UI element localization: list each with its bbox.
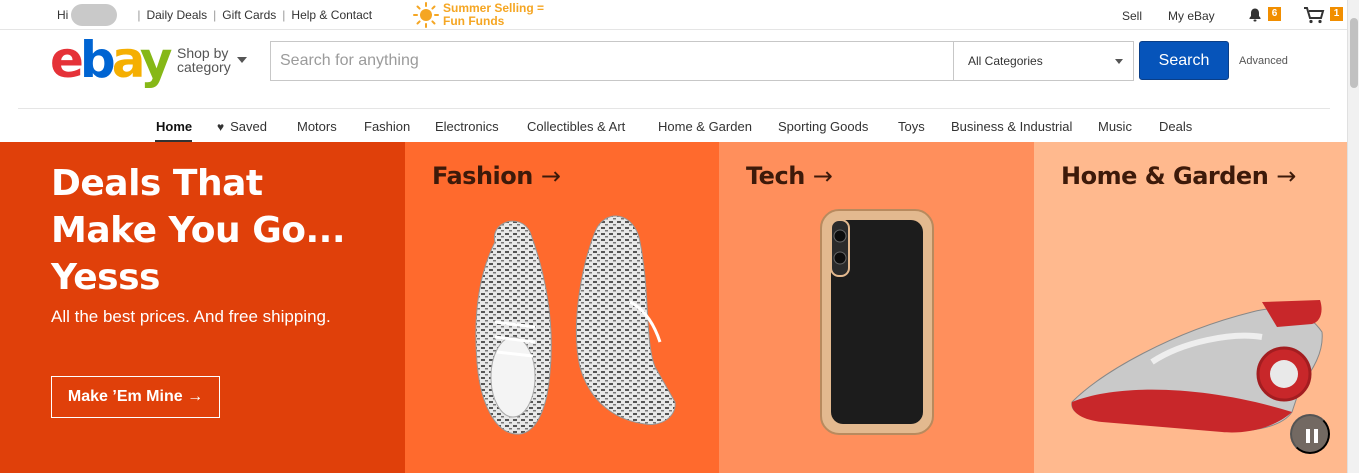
top-right-links: Sell My eBay 6 1	[1047, 0, 1347, 30]
page: Hi | Daily Deals | Gift Cards | Help & C…	[0, 0, 1359, 473]
summer-selling-promo[interactable]: Summer Selling = Fun Funds	[412, 1, 544, 29]
make-em-mine-button[interactable]: Make ’Em Mine →	[51, 376, 220, 418]
scrollbar-thumb[interactable]	[1350, 18, 1358, 88]
nav-item-home[interactable]: Home	[156, 119, 192, 134]
search-button[interactable]: Search	[1139, 41, 1229, 80]
logo-letter-b: b	[79, 31, 116, 89]
nav-item-motors[interactable]: Motors	[297, 119, 337, 134]
hand-vacuum-image	[1071, 300, 1323, 433]
tech-panel-title: Tech →	[746, 162, 833, 190]
ebay-logo[interactable]: ebay	[50, 31, 173, 89]
nav-item-electronics[interactable]: Electronics	[435, 119, 499, 134]
shop-by-category-button[interactable]: Shop by category	[177, 45, 247, 75]
headline-line-3: Yesss	[51, 257, 160, 298]
logo-letter-e: e	[50, 31, 84, 89]
tech-panel[interactable]: Tech →	[719, 142, 1034, 473]
pause-button[interactable]	[1290, 414, 1330, 454]
chevron-down-icon	[1115, 59, 1123, 64]
headline-line-2: Make You Go...	[51, 210, 346, 251]
help-contact-link[interactable]: Help & Contact	[291, 8, 372, 22]
notifications-badge: 6	[1268, 7, 1281, 21]
nav-item-fashion[interactable]: Fashion	[364, 119, 410, 134]
divider: |	[213, 8, 217, 22]
banner-subline: All the best prices. And free shipping.	[51, 307, 331, 326]
cart-icon[interactable]	[1303, 6, 1325, 27]
fashion-panel[interactable]: Fashion →	[405, 142, 719, 473]
greeting: Hi	[57, 8, 69, 22]
home-garden-panel-title: Home & Garden →	[1061, 162, 1296, 190]
sun-icon	[413, 2, 439, 28]
category-nav: Home ♥ Saved Motors Fashion Electronics C…	[0, 108, 1347, 142]
gift-cards-link[interactable]: Gift Cards	[222, 8, 276, 22]
headline-line-1: Deals That	[51, 163, 263, 204]
nav-item-business-industrial[interactable]: Business & Industrial	[951, 119, 1072, 134]
nav-item-home-garden[interactable]: Home & Garden	[658, 119, 752, 134]
home-garden-title-text: Home & Garden	[1061, 162, 1269, 190]
category-select-value: All Categories	[968, 54, 1043, 68]
promo-line-2: Fun Funds	[443, 14, 505, 28]
username-redacted[interactable]	[71, 4, 118, 26]
chevron-down-icon	[237, 57, 247, 63]
divider: |	[137, 8, 141, 22]
top-utility-bar: Hi | Daily Deals | Gift Cards | Help & C…	[0, 0, 1347, 30]
search-input[interactable]	[271, 42, 953, 80]
scrollbar[interactable]	[1347, 0, 1359, 473]
arrow-right-icon: →	[1276, 162, 1296, 190]
nav-item-sporting-goods[interactable]: Sporting Goods	[778, 119, 868, 134]
promo-text: Summer Selling = Fun Funds	[443, 2, 544, 28]
hero-banner: Deals That Make You Go... Yesss All the …	[0, 142, 1347, 473]
nav-item-collectibles-art[interactable]: Collectibles & Art	[527, 119, 625, 134]
tech-title-text: Tech	[746, 162, 805, 190]
category-select[interactable]: All Categories	[953, 42, 1133, 80]
fashion-panel-title: Fashion →	[432, 162, 561, 190]
top-left-links: Hi | Daily Deals | Gift Cards | Help & C…	[57, 0, 372, 30]
deals-panel: Deals That Make You Go... Yesss All the …	[0, 142, 405, 473]
bell-icon[interactable]	[1247, 7, 1263, 26]
nav-item-toys[interactable]: Toys	[898, 119, 925, 134]
search-box: All Categories	[270, 41, 1134, 81]
nav-item-saved[interactable]: ♥ Saved	[217, 119, 267, 134]
cart-badge: 1	[1330, 7, 1343, 21]
banner-headline: Deals That Make You Go... Yesss	[51, 160, 371, 301]
daily-deals-link[interactable]: Daily Deals	[146, 8, 207, 22]
nav-item-music[interactable]: Music	[1098, 119, 1132, 134]
my-ebay-link[interactable]: My eBay	[1168, 9, 1215, 23]
nav-item-deals[interactable]: Deals	[1159, 119, 1192, 134]
logo-letter-a: a	[111, 31, 144, 89]
nav-item-saved-label: Saved	[230, 119, 267, 134]
logo-letter-y: y	[139, 31, 173, 89]
phone-case-image	[820, 209, 934, 435]
arrow-right-icon: →	[812, 162, 833, 190]
advanced-search-link[interactable]: Advanced	[1239, 55, 1288, 67]
shop-by-line-1: Shop by	[177, 45, 229, 61]
arrow-right-icon: →	[540, 162, 561, 190]
shop-by-line-2: category	[177, 59, 231, 75]
fashion-title-text: Fashion	[432, 162, 533, 190]
sell-link[interactable]: Sell	[1122, 9, 1142, 23]
divider: |	[282, 8, 286, 22]
heart-icon: ♥	[217, 120, 225, 134]
sneakers-image	[475, 215, 676, 435]
